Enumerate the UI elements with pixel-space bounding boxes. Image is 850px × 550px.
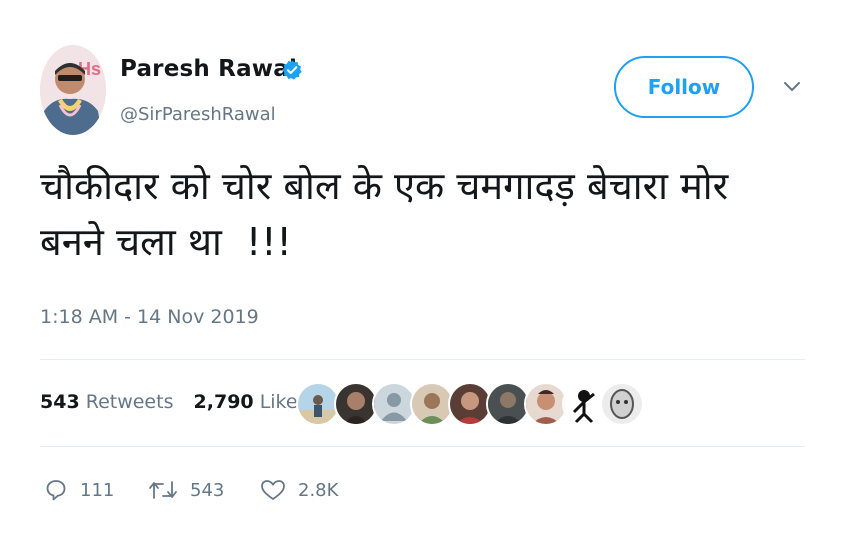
divider-bottom	[40, 446, 805, 447]
likes-count: 2,790	[193, 391, 254, 413]
engagement-stats: 543 Retweets 2,790 Likes	[40, 391, 307, 413]
heart-icon	[261, 480, 285, 500]
verified-badge-icon	[282, 60, 302, 80]
author-handle[interactable]: @SirPareshRawal	[120, 104, 276, 125]
tweet-text-line-2: बनने चला था !!!	[40, 220, 292, 264]
retweets-count: 543	[40, 391, 80, 413]
retweets-stat[interactable]: 543 Retweets	[40, 391, 173, 413]
tweet-text: चौकीदार को चोर बोल के एक चमगादड़ बेचारा …	[40, 158, 820, 270]
retweet-icon	[149, 481, 177, 499]
follow-button-label: Follow	[647, 75, 721, 99]
retweets-label: Retweets	[85, 391, 174, 413]
like-count: 2.8K	[298, 479, 339, 501]
reply-button[interactable]: 111	[44, 478, 114, 502]
retweet-count: 543	[190, 479, 225, 501]
tweet-timestamp[interactable]: 1:18 AM - 14 Nov 2019	[40, 306, 259, 328]
tweet-text-line-1: चौकीदार को चोर बोल के एक चमगादड़ बेचारा …	[40, 164, 729, 208]
divider-top	[40, 359, 805, 360]
reply-count: 111	[80, 479, 115, 501]
liker-avatar[interactable]	[600, 382, 644, 426]
chevron-down-icon[interactable]	[782, 80, 802, 94]
author-avatar[interactable]: Hs	[40, 45, 106, 135]
likes-stat[interactable]: 2,790 Likes	[194, 391, 308, 413]
follow-button[interactable]: Follow	[614, 56, 754, 118]
reply-icon	[46, 480, 66, 501]
like-button[interactable]: 2.8K	[260, 478, 338, 502]
retweet-button[interactable]: 543	[148, 478, 224, 502]
author-name[interactable]: Paresh Rawal	[120, 56, 297, 82]
